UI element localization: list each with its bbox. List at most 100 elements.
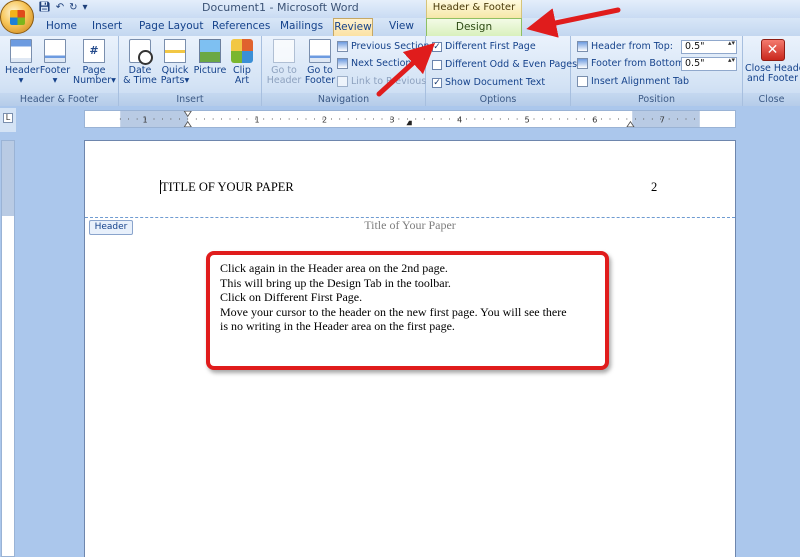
tab-home[interactable]: Home <box>46 20 77 32</box>
ruler-tick-label: 5 <box>525 116 530 125</box>
ruler-tick-label: 7 <box>660 116 665 125</box>
quick-parts-button[interactable]: Quick Parts▾ <box>157 39 193 86</box>
group-label-insert: Insert <box>119 93 261 106</box>
quick-parts-icon <box>164 39 186 63</box>
clip-art-label-2: Art <box>234 75 250 86</box>
group-insert: Date & Time Quick Parts▾ Picture Clip Ar… <box>119 36 262 106</box>
header-button[interactable]: Header ▾ <box>5 39 40 86</box>
window-title: Document1 - Microsoft Word <box>202 1 359 14</box>
group-label-header-footer: Header & Footer <box>0 93 118 106</box>
header-from-top-spinner[interactable]: 0.5" <box>681 40 737 54</box>
page-number[interactable]: 2 <box>651 180 657 195</box>
next-section-button[interactable]: Next Section <box>337 58 411 69</box>
dropdown-arrow-icon: ▾ <box>184 75 190 86</box>
dropdown-arrow-icon: ▾ <box>111 75 116 86</box>
link-to-previous-label: Link to Previous <box>351 76 427 87</box>
group-label-options: Options <box>426 93 570 106</box>
date-time-icon <box>129 39 153 65</box>
group-close: ✕ Close Header and Footer Close <box>743 36 800 106</box>
group-navigation: Go to Header Go to Footer Previous Secti… <box>262 36 429 106</box>
different-odd-even-option[interactable]: Different Odd & Even Pages <box>432 59 577 70</box>
title-bar: 💾︎ ↶ ↻ ▾ Document1 - Microsoft Word Head… <box>0 0 800 34</box>
callout-line: is no writing in the Header area on the … <box>220 319 455 333</box>
footer-from-bottom-spinner[interactable]: 0.5" <box>681 57 737 71</box>
close-header-label-2: and Footer <box>746 73 799 84</box>
header-from-top-label: Header from Top: <box>591 41 673 52</box>
link-to-previous-button[interactable]: Link to Previous <box>337 76 426 87</box>
previous-page-title: Title of Your Paper <box>364 218 456 232</box>
different-first-page-option[interactable]: ✓ Different First Page <box>432 41 536 52</box>
header-text[interactable]: TITLE OF YOUR PAPER <box>160 180 294 195</box>
date-time-button[interactable]: Date & Time <box>123 39 157 86</box>
insert-alignment-tab-button[interactable]: Insert Alignment Tab <box>577 76 689 87</box>
instruction-callout: Click again in the Header area on the 2n… <box>206 251 609 370</box>
redo-icon[interactable]: ↻ <box>69 2 77 13</box>
different-first-page-checkbox[interactable]: ✓ <box>432 41 442 52</box>
tab-review[interactable]: Review <box>333 18 373 36</box>
different-odd-even-label: Different Odd & Even Pages <box>445 59 578 70</box>
group-label-navigation: Navigation <box>262 93 425 106</box>
office-logo-icon <box>10 10 25 25</box>
show-document-text-checkbox[interactable]: ✓ <box>432 77 442 88</box>
horizontal-ruler[interactable]: 1 1 2 3 4 5 6 7 <box>84 110 736 128</box>
tab-design[interactable]: Design <box>426 18 522 36</box>
previous-section-button[interactable]: Previous Section <box>337 41 429 52</box>
picture-icon <box>199 39 221 63</box>
group-label-close: Close <box>743 93 800 106</box>
next-section-label: Next Section <box>351 58 412 69</box>
ruler-tick-label: 1 <box>142 116 147 125</box>
save-icon[interactable]: 💾︎ <box>38 2 51 13</box>
ruler-tick-label: 1 <box>254 116 259 125</box>
go-to-footer-button[interactable]: Go to Footer <box>302 39 338 86</box>
tab-references[interactable]: References <box>212 20 270 32</box>
tab-selector[interactable]: L <box>0 108 16 132</box>
close-header-footer-button[interactable]: ✕ Close Header and Footer <box>745 39 800 84</box>
tab-stop-icon: L <box>3 113 13 123</box>
tab-view[interactable]: View <box>389 20 414 32</box>
header-from-top-row: Header from Top: <box>577 41 673 52</box>
page-number-button[interactable]: # Page Number▾ <box>73 39 116 86</box>
clip-art-button[interactable]: Clip Art <box>227 39 257 86</box>
dropdown-arrow-icon: ▾ <box>18 75 24 86</box>
picture-button[interactable]: Picture <box>193 39 227 76</box>
vertical-ruler[interactable] <box>1 140 15 557</box>
office-button[interactable] <box>0 0 34 34</box>
contextual-tab-group: Header & Footer Tools <box>426 0 522 29</box>
tab-insert[interactable]: Insert <box>92 20 122 32</box>
page-number-label-2: Number <box>73 75 112 86</box>
different-first-page-label: Different First Page <box>445 41 536 52</box>
next-section-icon <box>337 58 348 69</box>
ribbon: Header ▾ Footer ▾ # Page Number▾ Header … <box>0 36 800 106</box>
group-options: ✓ Different First Page Different Odd & E… <box>426 36 577 106</box>
ruler-margin-top <box>2 141 14 216</box>
close-icon: ✕ <box>760 39 785 61</box>
link-icon <box>337 76 348 87</box>
page-number-label-2-row: Number▾ <box>73 75 116 86</box>
page-number-icon: # <box>83 39 105 63</box>
clip-art-icon <box>231 39 253 63</box>
ruler-tick-label: 4 <box>457 116 462 125</box>
ruler-tick-label: 6 <box>592 116 597 125</box>
undo-icon[interactable]: ↶ <box>56 2 64 13</box>
callout-line: Click again in the Header area on the 2n… <box>220 261 448 275</box>
previous-section-label: Previous Section <box>351 41 430 52</box>
footer-icon <box>44 39 66 63</box>
quick-parts-label-2: Parts <box>160 75 185 86</box>
different-odd-even-checkbox[interactable] <box>432 59 442 70</box>
date-time-label-2: & Time <box>123 75 157 86</box>
group-position: Header from Top: 0.5" Footer from Bottom… <box>571 36 743 106</box>
insert-alignment-tab-label: Insert Alignment Tab <box>591 76 690 87</box>
group-header-footer: Header ▾ Footer ▾ # Page Number▾ Header … <box>0 36 119 106</box>
dropdown-arrow-icon: ▾ <box>52 75 58 86</box>
footer-position-icon <box>577 58 588 69</box>
quick-parts-label-2-row: Parts▾ <box>157 76 193 86</box>
previous-section-icon <box>337 41 348 52</box>
tab-page-layout[interactable]: Page Layout <box>139 20 203 32</box>
footer-button[interactable]: Footer ▾ <box>39 39 71 86</box>
customize-icon[interactable]: ▾ <box>82 2 87 13</box>
show-document-text-option[interactable]: ✓ Show Document Text <box>432 77 545 88</box>
ruler-tick-label: 3 <box>390 116 395 125</box>
go-to-header-icon <box>273 39 295 63</box>
go-to-header-button[interactable]: Go to Header <box>265 39 303 86</box>
tab-mailings[interactable]: Mailings <box>280 20 323 32</box>
